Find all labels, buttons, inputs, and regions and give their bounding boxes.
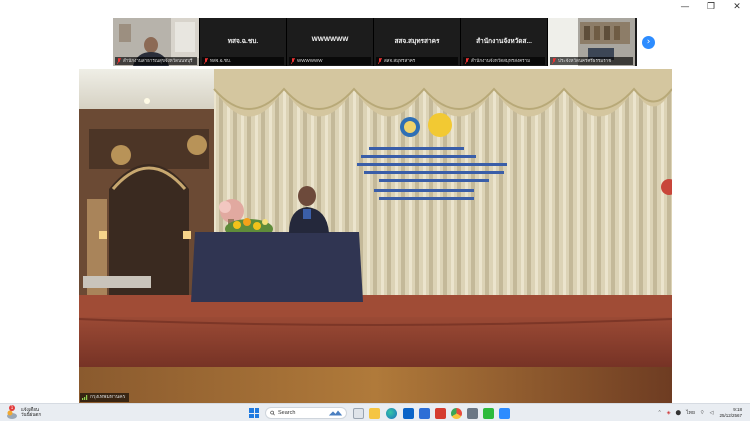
weather-widget[interactable]: 1 แจ้งเตือน วันนี้ฝนตก	[6, 405, 42, 419]
gallery-next-page-button[interactable]: ›	[642, 36, 655, 49]
microphone-icon[interactable]: ⬤	[676, 410, 682, 416]
active-speaker-name: กรุงเทพมหานคร	[80, 393, 130, 402]
camera-icon[interactable]	[467, 408, 478, 419]
mic-muted-icon	[552, 58, 556, 64]
window-controls: — ❐ ✕	[672, 0, 750, 14]
antivirus-icon[interactable]: ◈	[667, 410, 671, 416]
language-indicator[interactable]: ไทย	[686, 409, 695, 417]
chrome-icon[interactable]	[451, 408, 462, 419]
weather-description: วันนี้ฝนตก	[21, 412, 42, 417]
participant-name: สสจ.สมุทรสาคร	[376, 57, 458, 65]
participant-gallery: สำนักงานสาธารณสุขจังหวัดนนทบุรี ทสจ.ฉ.ชบ…	[113, 18, 637, 66]
participant-tile[interactable]: WWWWWW WWWWWW	[287, 18, 374, 66]
participant-name: สำนักงานสาธารณสุขจังหวัดนนทบุรี	[115, 57, 197, 65]
mic-muted-icon	[117, 58, 121, 64]
participant-display-name: ทสจ.ฉ.ชบ.	[227, 38, 259, 45]
meeting-room-scene	[79, 69, 672, 403]
windows-start-icon[interactable]	[249, 408, 259, 418]
mic-muted-icon	[378, 58, 382, 64]
store-icon[interactable]	[419, 408, 430, 419]
participant-name: สำนักงานจังหวัดสมุทรสงคราม	[463, 57, 545, 65]
mic-muted-icon	[291, 58, 295, 64]
search-icon	[270, 410, 275, 416]
participant-display-name: สสจ.สมุทรสาคร	[394, 38, 440, 45]
speaker-icon[interactable]: ◁	[710, 410, 714, 416]
outlook-icon[interactable]	[403, 408, 414, 419]
participant-display-name: WWWWWW	[311, 36, 349, 43]
line-icon[interactable]	[483, 408, 494, 419]
clock-date: 25/12/2567	[719, 413, 742, 418]
close-button[interactable]: ✕	[724, 0, 750, 14]
participant-tile[interactable]: ประจังหวัดนครศรีธรรมราช	[548, 18, 635, 66]
restore-button[interactable]: ❐	[698, 0, 724, 14]
chevron-up-icon[interactable]: ⌃	[657, 410, 661, 416]
office-icon[interactable]	[435, 408, 446, 419]
mic-muted-icon	[465, 58, 469, 64]
taskbar-search[interactable]	[265, 407, 347, 419]
zoom-icon[interactable]	[499, 408, 510, 419]
search-input[interactable]	[278, 410, 328, 416]
mic-muted-icon	[204, 58, 208, 64]
file-explorer-icon[interactable]	[369, 408, 380, 419]
task-view-icon[interactable]	[353, 408, 364, 419]
participant-name: WWWWWW	[289, 57, 371, 65]
edge-icon[interactable]	[386, 408, 397, 419]
search-highlight-icon	[328, 410, 343, 416]
system-clock[interactable]: 9:18 25/12/2567	[719, 407, 742, 419]
participant-name: ทสจ.ฉ.ชบ.	[202, 57, 284, 65]
minimize-button[interactable]: —	[672, 0, 698, 14]
participant-tile[interactable]: ทสจ.ฉ.ชบ. ทสจ.ฉ.ชบ.	[200, 18, 287, 66]
participant-tile[interactable]: สสจ.สมุทรสาคร สสจ.สมุทรสาคร	[374, 18, 461, 66]
active-speaker-video: กรุงเทพมหานคร	[79, 69, 672, 403]
participant-tile[interactable]: สำนักงานจังหวัดส... สำนักงานจังหวัดสมุทร…	[461, 18, 548, 66]
system-tray: ⌃ ◈ ⬤ ไทย ⌔ ◁ 9:18 25/12/2567	[652, 405, 742, 421]
taskbar: 1 แจ้งเตือน วันนี้ฝนตก ⌃ ◈ ⬤ ไทย ⌔ ◁ 9:1…	[0, 403, 750, 421]
participant-display-name: สำนักงานจังหวัดส...	[476, 38, 532, 45]
wifi-icon[interactable]: ⌔	[700, 410, 705, 416]
participant-tile[interactable]: สำนักงานสาธารณสุขจังหวัดนนทบุรี	[113, 18, 200, 66]
participant-name: ประจังหวัดนครศรีธรรมราช	[550, 57, 633, 65]
signal-strength-icon	[82, 395, 88, 400]
notification-badge: 1	[9, 405, 15, 411]
weather-icon: 1	[6, 405, 18, 419]
